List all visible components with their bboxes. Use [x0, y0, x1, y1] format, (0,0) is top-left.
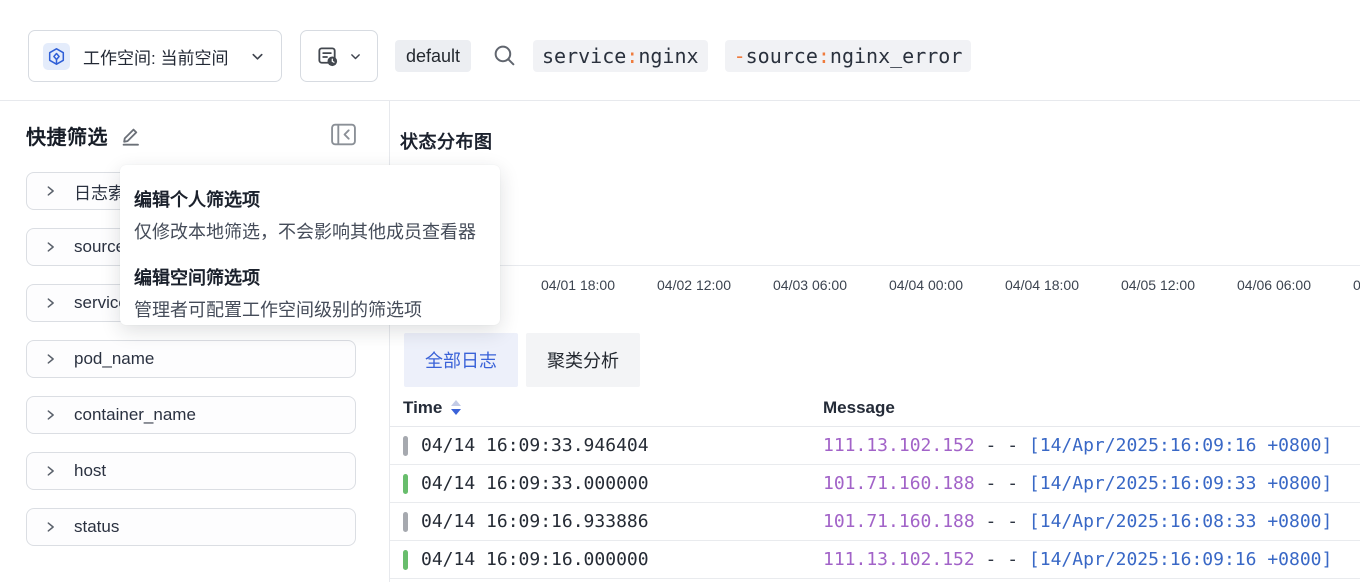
- axis-tick-label: 04/06 06:00: [1237, 277, 1311, 293]
- message-separator: - -: [975, 435, 1029, 456]
- chevron-down-icon: [349, 50, 362, 63]
- topbar: 工作空间: 当前空间 default: [0, 0, 1360, 101]
- row-message: 101.71.160.188 - - [14/Apr/2025:16:08:33…: [823, 503, 1332, 541]
- axis-tick-label: 04/05 12:00: [1121, 277, 1195, 293]
- search-icon: [492, 43, 517, 68]
- filter-item[interactable]: status: [26, 508, 356, 546]
- message-separator: - -: [975, 473, 1029, 494]
- tab-cluster-analysis[interactable]: 聚类分析: [526, 333, 640, 387]
- sidebar-title: 快捷筛选: [26, 121, 108, 150]
- message-ip: 101.71.160.188: [823, 511, 975, 532]
- column-header-message: Message: [823, 388, 895, 427]
- row-time: 04/14 16:09:16.000000: [421, 541, 649, 579]
- filter-label: pod_name: [74, 349, 154, 369]
- row-time: 04/14 16:09:33.946404: [421, 427, 649, 465]
- view-history-icon: [316, 45, 339, 68]
- axis-tick-label: 04/02 12:00: [657, 277, 731, 293]
- menu-item-title: 编辑个人筛选项: [134, 186, 486, 212]
- edit-filters-popover: 编辑个人筛选项 仅修改本地筛选，不会影响其他成员查看器 编辑空间筛选项 管理者可…: [120, 165, 500, 325]
- message-ip: 101.71.160.188: [823, 473, 975, 494]
- chart-axis-line: [400, 265, 1360, 266]
- query-tokens: service:nginx -source:nginx_error: [533, 40, 971, 72]
- tab-all-logs[interactable]: 全部日志: [404, 333, 518, 387]
- menu-item-title: 编辑空间筛选项: [134, 264, 486, 290]
- main-panel: 状态分布图 04/01 00:0004/01 18:0004/02 12:000…: [390, 101, 1360, 582]
- filter-label: source: [74, 237, 125, 257]
- menu-item-description: 仅修改本地筛选，不会影响其他成员查看器: [134, 218, 486, 244]
- row-message: 111.13.102.152 - - [14/Apr/2025:16:09:16…: [823, 427, 1332, 465]
- message-ip: 111.13.102.152: [823, 549, 975, 570]
- axis-tick-label: 04/03 06:00: [773, 277, 847, 293]
- axis-tick-label: 04/04 00:00: [889, 277, 963, 293]
- status-indicator: [403, 436, 408, 456]
- query-token[interactable]: -source:nginx_error: [725, 40, 972, 72]
- filter-label: container_name: [74, 405, 196, 425]
- status-indicator: [403, 474, 408, 494]
- index-tag[interactable]: default: [395, 40, 471, 72]
- chevron-right-icon: [44, 296, 57, 310]
- status-indicator: [403, 550, 408, 570]
- table-header: Time Message: [390, 388, 1360, 427]
- chevron-right-icon: [44, 352, 57, 366]
- table-row[interactable]: 04/14 16:09:33.946404 111.13.102.152 - -…: [390, 427, 1360, 465]
- edit-filters-icon[interactable]: [119, 124, 142, 147]
- column-header-time[interactable]: Time: [403, 388, 461, 427]
- axis-tick-label: 04/07 00:00: [1353, 277, 1360, 293]
- chart-title: 状态分布图: [400, 128, 493, 154]
- message-datetime: [14/Apr/2025:16:08:33 +0800]: [1029, 511, 1332, 532]
- message-separator: - -: [975, 511, 1029, 532]
- message-datetime: [14/Apr/2025:16:09:33 +0800]: [1029, 473, 1332, 494]
- filter-label: host: [74, 461, 106, 481]
- axis-tick-label: 04/01 18:00: [541, 277, 615, 293]
- filter-item[interactable]: container_name: [26, 396, 356, 434]
- workspace-label: 工作空间: 当前空间: [83, 44, 228, 69]
- filter-item[interactable]: host: [26, 452, 356, 490]
- tabs: 全部日志 聚类分析: [404, 333, 640, 387]
- message-datetime: [14/Apr/2025:16:09:16 +0800]: [1029, 435, 1332, 456]
- message-datetime: [14/Apr/2025:16:09:16 +0800]: [1029, 549, 1332, 570]
- menu-item-edit-personal-filters[interactable]: 编辑个人筛选项 仅修改本地筛选，不会影响其他成员查看器: [134, 186, 486, 244]
- table-row[interactable]: 04/14 16:09:16.933886 101.71.160.188 - -…: [390, 503, 1360, 541]
- table-row[interactable]: 04/14 16:09:33.000000 101.71.160.188 - -…: [390, 465, 1360, 503]
- row-time: 04/14 16:09:16.933886: [421, 503, 649, 541]
- row-message: 101.71.160.188 - - [14/Apr/2025:16:09:33…: [823, 465, 1332, 503]
- row-time: 04/14 16:09:33.000000: [421, 465, 649, 503]
- chevron-right-icon: [44, 240, 57, 254]
- axis-tick-label: 04/04 18:00: [1005, 277, 1079, 293]
- filter-label: status: [74, 517, 119, 537]
- workspace-logo-icon: [43, 43, 70, 70]
- log-explorer-app: 工作空间: 当前空间 default: [0, 0, 1360, 582]
- sort-icon: [451, 400, 461, 415]
- chevron-right-icon: [44, 184, 57, 198]
- chevron-right-icon: [44, 464, 57, 478]
- menu-item-edit-workspace-filters[interactable]: 编辑空间筛选项 管理者可配置工作空间级别的筛选项: [134, 264, 486, 322]
- workspace-selector[interactable]: 工作空间: 当前空间: [28, 30, 282, 82]
- query-token[interactable]: service:nginx: [533, 40, 708, 72]
- table-row[interactable]: 04/14 16:09:16.000000 111.13.102.152 - -…: [390, 541, 1360, 579]
- row-message: 111.13.102.152 - - [14/Apr/2025:16:09:16…: [823, 541, 1332, 579]
- chevron-down-icon: [250, 49, 265, 64]
- filter-item[interactable]: pod_name: [26, 340, 356, 378]
- collapse-panel-icon[interactable]: [329, 120, 357, 148]
- chevron-right-icon: [44, 520, 57, 534]
- chevron-right-icon: [44, 408, 57, 422]
- message-ip: 111.13.102.152: [823, 435, 975, 456]
- menu-item-description: 管理者可配置工作空间级别的筛选项: [134, 296, 486, 322]
- status-indicator: [403, 512, 408, 532]
- saved-views-selector[interactable]: [300, 30, 378, 82]
- message-separator: - -: [975, 549, 1029, 570]
